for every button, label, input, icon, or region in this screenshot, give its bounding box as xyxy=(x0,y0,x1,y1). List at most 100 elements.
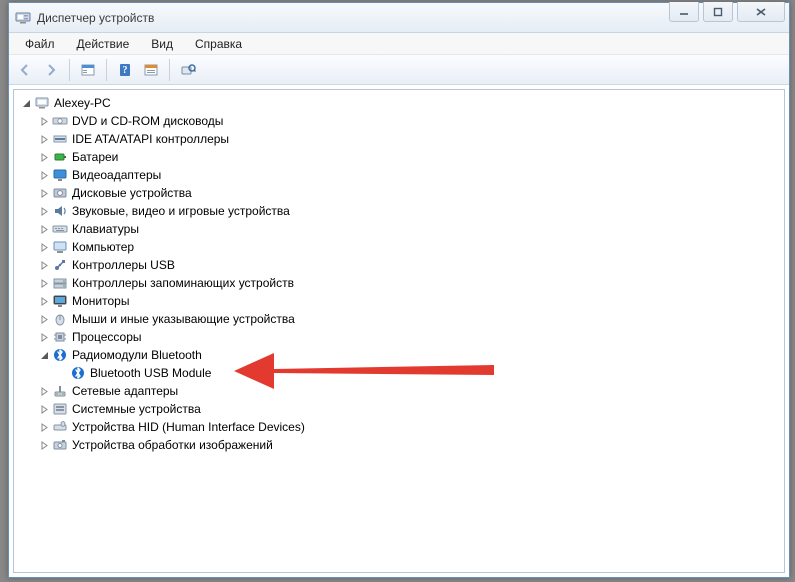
hdd-icon xyxy=(52,185,68,201)
expand-icon[interactable] xyxy=(38,421,50,433)
expand-icon[interactable] xyxy=(38,259,50,271)
tree-category-label: Радиомодули Bluetooth xyxy=(72,348,202,362)
titlebar[interactable]: Диспетчер устройств xyxy=(9,3,789,33)
tree-category-label: Устройства HID (Human Interface Devices) xyxy=(72,420,305,434)
expand-icon[interactable] xyxy=(38,295,50,307)
tree-category-node[interactable]: Видеоадаптеры xyxy=(38,166,784,184)
tree-category-node[interactable]: IDE ATA/ATAPI контроллеры xyxy=(38,130,784,148)
cpu-icon xyxy=(52,329,68,345)
expand-icon[interactable] xyxy=(38,385,50,397)
ide-icon xyxy=(52,131,68,147)
toolbar-properties-button[interactable] xyxy=(139,58,163,82)
usb-icon xyxy=(52,257,68,273)
imaging-icon xyxy=(52,437,68,453)
expand-icon[interactable] xyxy=(38,133,50,145)
toolbar-show-hidden-button[interactable] xyxy=(76,58,100,82)
expand-icon[interactable] xyxy=(38,439,50,451)
tree-device-label: Bluetooth USB Module xyxy=(90,366,211,380)
tree-category-label: Дисковые устройства xyxy=(72,186,192,200)
tree-category-node[interactable]: Клавиатуры xyxy=(38,220,784,238)
tree-category-node[interactable]: Устройства обработки изображений xyxy=(38,436,784,454)
tree-category-node[interactable]: Дисковые устройства xyxy=(38,184,784,202)
menu-file[interactable]: Файл xyxy=(15,35,65,53)
toolbar-back-button[interactable] xyxy=(13,58,37,82)
svg-text:?: ? xyxy=(123,65,128,76)
expand-icon[interactable] xyxy=(38,313,50,325)
tree-category-label: Видеоадаптеры xyxy=(72,168,161,182)
tree-category-label: Контроллеры USB xyxy=(72,258,175,272)
disc-drive-icon xyxy=(52,113,68,129)
monitor-icon xyxy=(52,293,68,309)
client-area: Alexey-PC DVD и CD-ROM дисководы IDE ATA/A… xyxy=(9,85,789,577)
tree-category-node[interactable]: Радиомодули Bluetooth xyxy=(38,346,784,364)
tree-root-node[interactable]: Alexey-PC xyxy=(20,94,784,112)
tree-category-label: Компьютер xyxy=(72,240,134,254)
expand-icon[interactable] xyxy=(38,205,50,217)
tree-category-node[interactable]: DVD и CD-ROM дисководы xyxy=(38,112,784,130)
tree-root-label: Alexey-PC xyxy=(54,96,111,110)
device-manager-window: Диспетчер устройств Файл Действие Вид Сп… xyxy=(8,2,790,578)
minimize-button[interactable] xyxy=(669,2,699,22)
tree-category-label: Процессоры xyxy=(72,330,142,344)
tree-category-node[interactable]: Батареи xyxy=(38,148,784,166)
tree-category-node[interactable]: Процессоры xyxy=(38,328,784,346)
expand-icon[interactable] xyxy=(38,187,50,199)
computer-icon xyxy=(52,239,68,255)
tree-category-node[interactable]: Устройства HID (Human Interface Devices) xyxy=(38,418,784,436)
tree-category-node[interactable]: Контроллеры USB xyxy=(38,256,784,274)
collapse-icon[interactable] xyxy=(20,97,32,109)
expand-icon[interactable] xyxy=(38,223,50,235)
computer-icon xyxy=(34,95,50,111)
device-manager-icon xyxy=(15,10,31,26)
close-button[interactable] xyxy=(737,2,785,22)
collapse-icon[interactable] xyxy=(38,349,50,361)
system-icon xyxy=(52,401,68,417)
expand-icon[interactable] xyxy=(38,115,50,127)
expand-icon[interactable] xyxy=(38,151,50,163)
mouse-icon xyxy=(52,311,68,327)
tree-category-node[interactable]: Мыши и иные указывающие устройства xyxy=(38,310,784,328)
toolbar: ? xyxy=(9,55,789,85)
menu-help[interactable]: Справка xyxy=(185,35,252,53)
toolbar-help-button[interactable]: ? xyxy=(113,58,137,82)
keyboard-icon xyxy=(52,221,68,237)
expand-icon[interactable] xyxy=(38,241,50,253)
expand-icon[interactable] xyxy=(38,277,50,289)
tree-category-node[interactable]: Контроллеры запоминающих устройств xyxy=(38,274,784,292)
display-icon xyxy=(52,167,68,183)
tree-category-label: Контроллеры запоминающих устройств xyxy=(72,276,294,290)
hid-icon xyxy=(52,419,68,435)
tree-category-label: Клавиатуры xyxy=(72,222,139,236)
maximize-button[interactable] xyxy=(703,2,733,22)
battery-icon xyxy=(52,149,68,165)
toolbar-separator xyxy=(69,59,70,81)
tree-category-node[interactable]: Сетевые адаптеры xyxy=(38,382,784,400)
bluetooth-icon xyxy=(52,347,68,363)
tree-category-node[interactable]: Компьютер xyxy=(38,238,784,256)
tree-category-label: Батареи xyxy=(72,150,118,164)
tree-category-node[interactable]: Системные устройства xyxy=(38,400,784,418)
tree-device-node[interactable]: Bluetooth USB Module xyxy=(56,364,784,382)
menu-action[interactable]: Действие xyxy=(67,35,140,53)
device-tree-panel[interactable]: Alexey-PC DVD и CD-ROM дисководы IDE ATA/A… xyxy=(13,89,785,573)
network-icon xyxy=(52,383,68,399)
expand-icon[interactable] xyxy=(38,403,50,415)
storage-ctrl-icon xyxy=(52,275,68,291)
toolbar-scan-button[interactable] xyxy=(176,58,200,82)
window-title: Диспетчер устройств xyxy=(37,11,154,25)
tree-category-label: Мониторы xyxy=(72,294,129,308)
expand-icon[interactable] xyxy=(38,169,50,181)
tree-category-label: IDE ATA/ATAPI контроллеры xyxy=(72,132,229,146)
expand-icon[interactable] xyxy=(38,331,50,343)
tree-category-label: Системные устройства xyxy=(72,402,201,416)
tree-category-node[interactable]: Мониторы xyxy=(38,292,784,310)
tree-category-node[interactable]: Звуковые, видео и игровые устройства xyxy=(38,202,784,220)
tree-category-label: DVD и CD-ROM дисководы xyxy=(72,114,223,128)
tree-category-label: Мыши и иные указывающие устройства xyxy=(72,312,295,326)
sound-icon xyxy=(52,203,68,219)
toolbar-separator xyxy=(106,59,107,81)
menu-view[interactable]: Вид xyxy=(141,35,183,53)
toolbar-forward-button[interactable] xyxy=(39,58,63,82)
tree-category-label: Устройства обработки изображений xyxy=(72,438,273,452)
tree-category-label: Сетевые адаптеры xyxy=(72,384,178,398)
